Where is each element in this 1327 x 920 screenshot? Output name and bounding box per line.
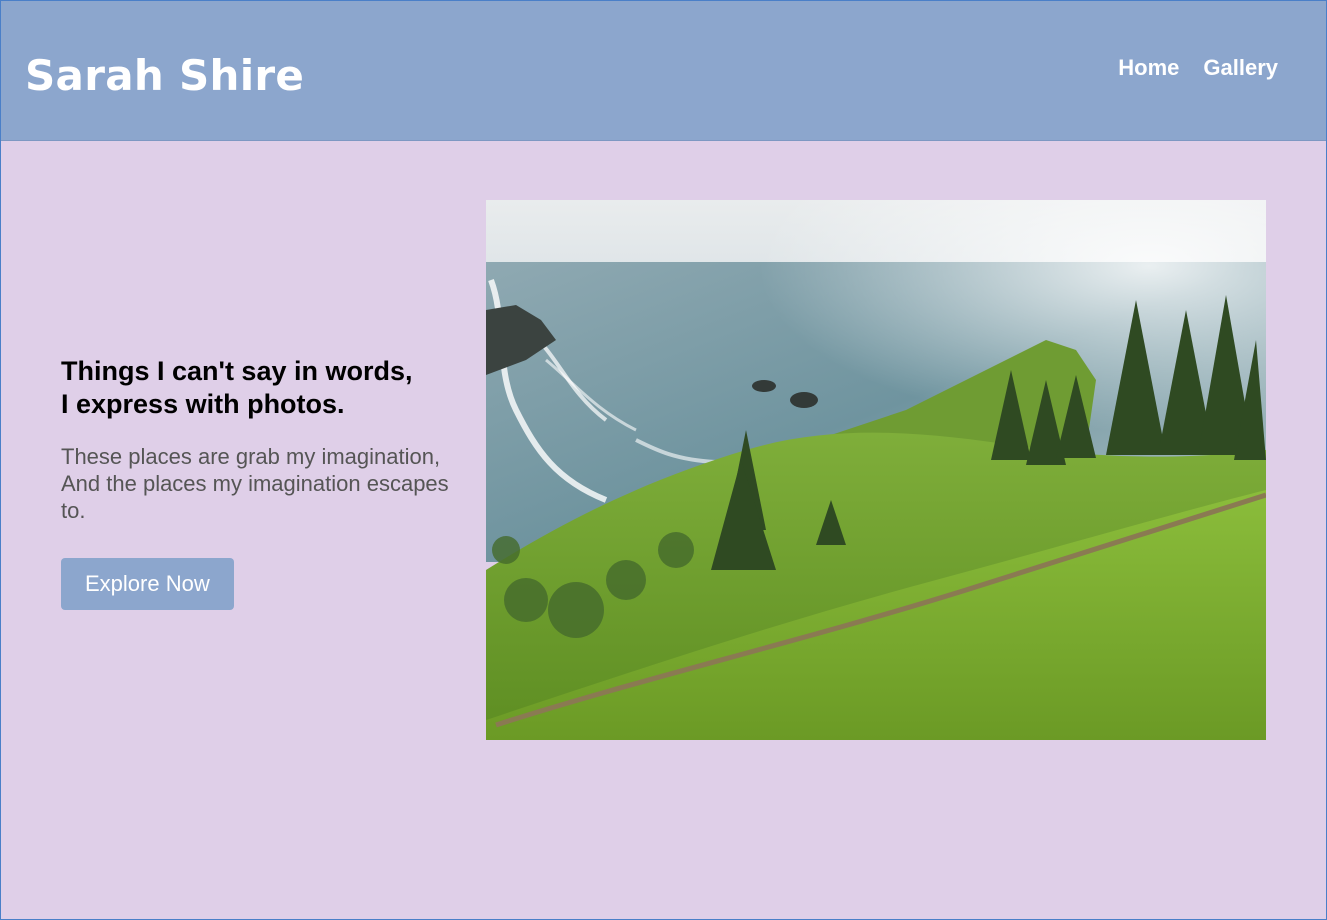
hero-text: Things I can't say in words, I express w… xyxy=(61,355,481,610)
site-header: Sarah Shire Home Gallery xyxy=(0,0,1327,141)
explore-now-button[interactable]: Explore Now xyxy=(61,558,234,610)
landscape-image xyxy=(486,200,1266,740)
nav-link-gallery[interactable]: Gallery xyxy=(1203,55,1278,81)
hero-headline: Things I can't say in words, I express w… xyxy=(61,356,413,419)
main-nav: Home Gallery xyxy=(1118,55,1278,81)
site-title[interactable]: Sarah Shire xyxy=(25,50,304,102)
hero-photo xyxy=(486,200,1266,740)
hero-tagline: These places are grab my imagination, An… xyxy=(61,444,449,523)
nav-link-home[interactable]: Home xyxy=(1118,55,1179,81)
